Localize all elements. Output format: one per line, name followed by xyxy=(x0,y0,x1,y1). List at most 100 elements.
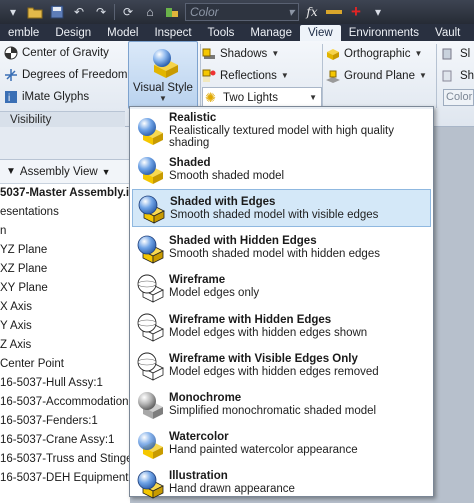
shadows-button[interactable]: Shadows ▼ xyxy=(202,43,279,64)
degrees-of-freedom-button[interactable]: Degrees of Freedom xyxy=(4,65,127,85)
option-text: Wireframe with Hidden Edges Model edges w… xyxy=(169,314,367,339)
chevron-down-icon: ▼ xyxy=(280,71,289,80)
chevron-down-icon: ▼ xyxy=(271,49,280,58)
browser-header xyxy=(0,127,130,160)
color-select[interactable]: Color xyxy=(443,89,474,106)
shadow-section-button[interactable]: Sh xyxy=(442,65,474,86)
option-title: Wireframe with Hidden Edges xyxy=(169,313,332,326)
shadows-label: Shadows xyxy=(220,47,268,60)
tab-model[interactable]: Model xyxy=(99,25,146,41)
tree-item[interactable]: Center Point xyxy=(0,355,130,374)
visual-style-option-wireframe[interactable]: Wireframe Model edges only xyxy=(132,268,431,306)
option-title: Shaded xyxy=(169,156,211,169)
tab-assemble[interactable]: emble xyxy=(0,25,47,41)
chevron-down-icon: ▼ xyxy=(159,94,167,103)
option-text: Monochrome Simplified monochromatic shade… xyxy=(169,392,376,417)
tree-item[interactable]: 5037-Master Assembly.ia xyxy=(0,184,130,203)
tree-item[interactable]: esentations xyxy=(0,203,130,222)
visual-style-button[interactable]: Visual Style ▼ xyxy=(128,41,198,109)
tab-manage[interactable]: Manage xyxy=(242,25,300,41)
add-icon[interactable]: + xyxy=(347,2,365,21)
qat-dropdown-icon[interactable]: ▾ xyxy=(369,3,387,21)
ground-plane-button[interactable]: Ground Plane ▼ xyxy=(326,65,427,86)
color-override-select[interactable]: Color ▾ xyxy=(185,3,299,21)
center-of-gravity-button[interactable]: Center of Gravity xyxy=(4,43,109,63)
tree-item[interactable]: X Axis xyxy=(0,298,130,317)
project-icon[interactable] xyxy=(163,3,181,21)
select-icon[interactable]: ⌂ xyxy=(141,3,159,21)
orthographic-label: Orthographic xyxy=(344,47,411,60)
ribbon-tabs: emble Design Model Inspect Tools Manage … xyxy=(0,24,474,41)
option-description: Realistically textured model with high q… xyxy=(169,124,394,149)
reflections-icon xyxy=(202,69,216,82)
visual-style-option-shaded[interactable]: Shaded Smooth shaded model xyxy=(132,150,431,188)
visual-style-option-realistic[interactable]: Realistic Realistically textured model wi… xyxy=(132,111,431,149)
tab-tools[interactable]: Tools xyxy=(200,25,243,41)
save-icon[interactable] xyxy=(48,3,66,21)
tree-item[interactable]: 16-5037-Hull Assy:1 xyxy=(0,374,130,393)
shaded-hidden-style-icon xyxy=(137,235,164,264)
section-view-button[interactable]: Sl xyxy=(442,43,470,64)
tree-item[interactable]: 16-5037-Truss and Stinger Ass xyxy=(0,450,130,469)
orthographic-button[interactable]: Orthographic ▼ xyxy=(326,43,422,64)
visual-style-option-shaded-hidden[interactable]: Shaded with Hidden Edges Smooth shaded mo… xyxy=(132,229,431,267)
chevron-down-icon: ▼ xyxy=(309,93,317,102)
tree-item[interactable]: 16-5037-Accommodation Assy xyxy=(0,393,130,412)
tab-design[interactable]: Design xyxy=(47,25,99,41)
redo-icon[interactable]: ↷ xyxy=(92,3,110,21)
browser-tree: 5037-Master Assembly.ia esentations n YZ Pl… xyxy=(0,184,130,488)
fx-parameters-icon[interactable]: fx xyxy=(303,3,321,21)
tree-item[interactable]: n xyxy=(0,222,130,241)
tab-environments[interactable]: Environments xyxy=(341,25,427,41)
ribbon-separator xyxy=(322,44,323,108)
visual-style-option-wire-visible[interactable]: Wireframe with Visible Edges Only Model e… xyxy=(132,346,431,384)
update-icon[interactable]: ⟳ xyxy=(119,3,137,21)
shadows-icon xyxy=(202,48,215,59)
tree-item[interactable]: Z Axis xyxy=(0,336,130,355)
option-description: Hand painted watercolor appearance xyxy=(169,444,358,457)
section-view-label: Sl xyxy=(460,47,471,60)
tree-item[interactable]: 16-5037-Fenders:1 xyxy=(0,412,130,431)
option-title: Shaded with Hidden Edges xyxy=(169,235,317,248)
section-icon xyxy=(442,48,452,59)
shadow-section-label: Sh xyxy=(460,69,474,82)
reflections-label: Reflections xyxy=(220,69,277,82)
visual-style-option-mono[interactable]: Monochrome Simplified monochromatic shade… xyxy=(132,385,431,423)
degrees-of-freedom-label: Degrees of Freedom xyxy=(22,69,128,81)
open-folder-icon[interactable] xyxy=(26,3,44,21)
measure-icon[interactable] xyxy=(325,3,343,21)
model-browser: ▼ Assembly View ▼ 5037-Master Assembly.i… xyxy=(0,127,130,503)
tree-item[interactable]: XY Plane xyxy=(0,279,130,298)
tree-item[interactable]: Y Axis xyxy=(0,317,130,336)
visual-style-option-wire-hidden[interactable]: Wireframe with Hidden Edges Model edges w… xyxy=(132,307,431,345)
tree-item[interactable]: 16-5037-DEH Equipment Assy xyxy=(0,469,130,488)
visual-style-option-watercolor[interactable]: Watercolor Hand painted watercolor appear… xyxy=(132,425,431,463)
lighting-style-label: Two Lights xyxy=(223,91,278,104)
half-section-icon xyxy=(442,70,452,81)
imate-glyphs-button[interactable]: i iMate Glyphs xyxy=(4,87,89,107)
chevron-down-icon: ▼ xyxy=(414,49,423,58)
tree-item[interactable]: XZ Plane xyxy=(0,260,130,279)
center-of-gravity-icon xyxy=(4,46,18,60)
visual-style-option-illustration[interactable]: Illustration Hand drawn appearance xyxy=(132,464,431,502)
option-description: Smooth shaded model with visible edges xyxy=(170,208,379,221)
visual-style-menu: Realistic Realistically textured model wi… xyxy=(129,106,434,499)
shaded-style-icon xyxy=(138,157,163,185)
tab-inspect[interactable]: Inspect xyxy=(146,25,199,41)
tree-item[interactable]: 16-5037-Crane Assy:1 xyxy=(0,431,130,450)
filter-icon[interactable]: ▼ xyxy=(6,166,16,177)
undo-icon[interactable]: ↶ xyxy=(70,3,88,21)
lighting-style-select[interactable]: ✺ Two Lights ▼ xyxy=(202,87,322,108)
tab-view[interactable]: View xyxy=(299,25,341,41)
dropdown-arrow-icon[interactable]: ▾ xyxy=(4,3,22,21)
option-text: Realistic Realistically textured model wi… xyxy=(169,112,431,149)
tab-vault[interactable]: Vault xyxy=(427,25,468,41)
light-icon: ✺ xyxy=(205,89,216,105)
visual-style-option-shaded-edges[interactable]: Shaded with Edges Smooth shaded model wit… xyxy=(132,189,431,228)
chevron-down-icon: ▾ xyxy=(287,5,294,19)
imate-glyphs-label: iMate Glyphs xyxy=(22,91,90,103)
tree-item[interactable]: YZ Plane xyxy=(0,241,130,260)
reflections-button[interactable]: Reflections ▼ xyxy=(202,65,289,86)
assembly-view-select[interactable]: ▼ Assembly View ▼ xyxy=(0,160,130,184)
option-description: Model edges only xyxy=(169,287,260,300)
